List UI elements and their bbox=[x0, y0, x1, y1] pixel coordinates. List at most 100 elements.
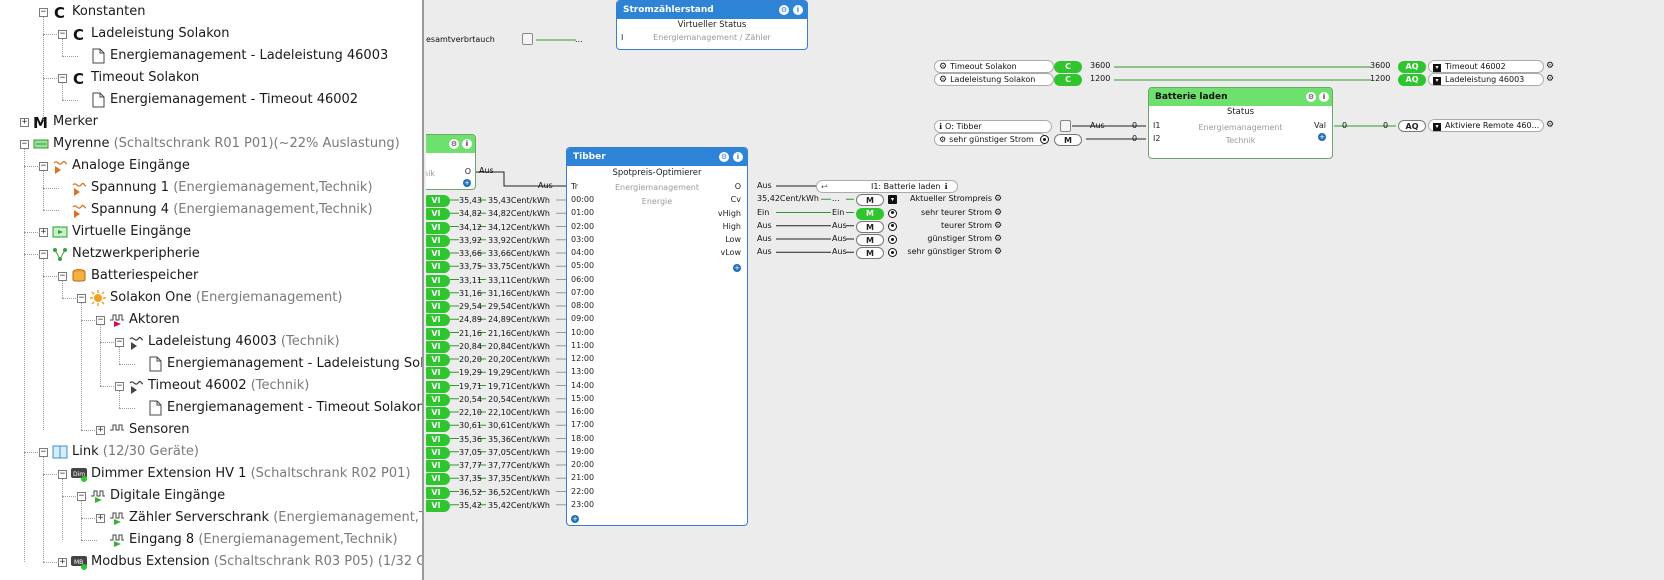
battery-link-target[interactable]: ⮠ I1: Batterie laden ℹ bbox=[816, 180, 958, 193]
add-output-icon[interactable]: + bbox=[733, 263, 741, 272]
collapse-toggle-icon[interactable]: − bbox=[20, 139, 29, 149]
collapse-toggle-icon[interactable]: − bbox=[115, 337, 124, 347]
expand-toggle-icon[interactable]: + bbox=[20, 117, 29, 127]
battery-aq-target[interactable]: ▾ Aktiviere Remote 460... bbox=[1428, 119, 1544, 132]
tree-row[interactable]: + Sensoren bbox=[96, 419, 190, 441]
tree-row[interactable]: Spannung 4 (Energiemanagement,Technik) bbox=[58, 199, 373, 221]
battery-charge-block[interactable]: Batterie laden ⚙ i Status I1 I2 Val Energiemana… bbox=[1148, 87, 1333, 159]
tibber-hour-input: 23:00 bbox=[571, 499, 595, 509]
add-output-icon[interactable]: + bbox=[1318, 133, 1326, 141]
tibber-hour-input: 01:00 bbox=[571, 208, 595, 218]
tibber-status-input[interactable]: ℹ O: Tibber bbox=[934, 120, 1052, 133]
tree-row[interactable]: − Timeout 46002 (Technik) bbox=[115, 375, 309, 397]
gear-icon[interactable]: ⚙ bbox=[779, 5, 789, 15]
link-icon[interactable] bbox=[522, 33, 533, 45]
add-output-icon[interactable]: + bbox=[463, 179, 471, 187]
collapse-toggle-icon[interactable]: − bbox=[58, 29, 67, 39]
tibber-output-left: Aus bbox=[757, 234, 772, 243]
tree-guide-line bbox=[62, 298, 78, 299]
tree-row[interactable]: Energiemanagement - Timeout Solakon bbox=[134, 397, 422, 419]
collapse-toggle-icon[interactable]: − bbox=[39, 7, 48, 17]
tree-row[interactable]: − Link (12/30 Geräte) bbox=[39, 441, 199, 463]
aq-output-target[interactable]: ▾ Ladeleistung 46003 bbox=[1428, 73, 1544, 86]
tree-item-label: Spannung 1 bbox=[91, 180, 170, 195]
collapse-toggle-icon[interactable]: − bbox=[39, 161, 48, 171]
collapse-toggle-icon[interactable]: − bbox=[77, 491, 86, 501]
collapse-toggle-icon[interactable]: − bbox=[58, 469, 67, 479]
link-icon[interactable] bbox=[1060, 120, 1071, 132]
constant-input[interactable]: ⚙ Timeout Solakon bbox=[934, 60, 1054, 73]
tree-row[interactable]: − C Konstanten bbox=[39, 1, 145, 23]
logic-canvas[interactable]: esamtverbrtauch... Stromzählerstand ⚙ i Virt… bbox=[426, 0, 1664, 580]
tree-row[interactable]: − Digitale Eingänge bbox=[77, 485, 225, 507]
meter-block[interactable]: Stromzählerstand ⚙ i Virtueller Status I Ener… bbox=[616, 0, 808, 50]
tree-row[interactable]: + M Merker bbox=[20, 111, 98, 133]
collapse-toggle-icon[interactable]: − bbox=[96, 315, 105, 325]
tree-row[interactable]: − Solakon One (Energiemanagement) bbox=[77, 287, 342, 309]
price-value: 19,71Cent/kWh bbox=[488, 381, 550, 391]
database-icon bbox=[71, 268, 87, 284]
gear-icon[interactable]: ⚙ bbox=[994, 195, 1002, 204]
info-icon[interactable]: i bbox=[733, 152, 743, 162]
tree-row[interactable]: − Netzwerkperipherie bbox=[39, 243, 200, 265]
collapse-toggle-icon[interactable]: − bbox=[115, 381, 124, 391]
tree-row[interactable]: Energiemanagement - Timeout 46002 bbox=[77, 89, 358, 111]
aq-output-target[interactable]: ▾ Timeout 46002 bbox=[1428, 60, 1544, 73]
tree-row[interactable]: Spannung 1 (Energiemanagement,Technik) bbox=[58, 177, 373, 199]
expand-toggle-icon[interactable]: + bbox=[96, 513, 105, 523]
collapse-toggle-icon[interactable]: − bbox=[39, 447, 48, 457]
add-input-icon[interactable]: + bbox=[571, 515, 579, 523]
collapse-toggle-icon[interactable]: − bbox=[39, 249, 48, 259]
tree-row[interactable]: Energiemanagement - Ladeleistung 46003 bbox=[77, 45, 388, 67]
tree-row[interactable]: Energiemanagement - Ladeleistung Sola bbox=[134, 353, 424, 375]
gear-icon[interactable]: ⚙ bbox=[1306, 92, 1316, 102]
partial-logic-block[interactable]: ⚙i nik O + bbox=[426, 134, 476, 190]
tree-row[interactable]: − Myrenne (Schaltschrank R01 P01)(~22% Au… bbox=[20, 133, 400, 155]
collapse-toggle-icon[interactable]: − bbox=[58, 73, 67, 83]
analog-input-icon bbox=[71, 202, 87, 218]
constant-input[interactable]: ⚙ Ladeleistung Solakon bbox=[934, 73, 1054, 86]
vi-badge: VI bbox=[426, 446, 450, 459]
expand-toggle-icon[interactable]: + bbox=[58, 557, 67, 567]
tibber-block[interactable]: Tibber ⚙ i Spotpreis-Optimierer Energiemanag… bbox=[566, 147, 748, 526]
virtual-input-icon bbox=[52, 224, 68, 240]
expand-toggle-icon[interactable]: + bbox=[96, 425, 105, 435]
battery-block-status: Status bbox=[1226, 107, 1255, 117]
vi-badge: VI bbox=[426, 460, 450, 472]
gear-icon[interactable]: ⚙ bbox=[994, 235, 1002, 244]
tree-row[interactable]: + Virtuelle Eingänge bbox=[39, 221, 191, 243]
info-icon[interactable]: i bbox=[1319, 92, 1329, 102]
aq-badge: AQ bbox=[1398, 61, 1426, 73]
price-value: 20,54Cent/kWh bbox=[488, 394, 550, 404]
tree-row[interactable]: + Zähler Serverschrank (Energiemanagement… bbox=[96, 507, 422, 529]
gear-icon[interactable]: ⚙ bbox=[994, 208, 1002, 218]
gear-icon[interactable]: ⚙ bbox=[994, 248, 1002, 257]
tree-row[interactable]: Eingang 8 (Energiemanagement,Technik) bbox=[96, 529, 398, 551]
meter-block-input-label: I bbox=[621, 33, 624, 42]
collapse-toggle-icon[interactable]: − bbox=[77, 293, 86, 303]
gear-icon[interactable]: ⚙ bbox=[719, 152, 729, 162]
gear-icon[interactable]: ⚙ bbox=[994, 221, 1002, 231]
tree-row[interactable]: − Analoge Eingänge bbox=[39, 155, 190, 177]
info-icon[interactable]: i bbox=[462, 139, 472, 149]
tree-row[interactable]: + MB Modbus Extension (Schaltschrank R03 P… bbox=[58, 551, 422, 573]
digital-input-icon bbox=[109, 510, 125, 526]
gear-icon[interactable]: ⚙ bbox=[449, 139, 459, 149]
tree-row[interactable]: − Ladeleistung 46003 (Technik) bbox=[115, 331, 340, 353]
tree-row[interactable]: − C Ladeleistung Solakon bbox=[58, 23, 229, 45]
tree-guide-line bbox=[43, 259, 44, 430]
tree-row[interactable]: − Dim Dimmer Extension HV 1 (Schaltschrank… bbox=[58, 463, 411, 485]
tree-row[interactable]: − Aktoren bbox=[96, 309, 180, 331]
tibber-tr-value: Aus bbox=[538, 181, 553, 190]
tree-row[interactable]: − Batteriespeicher bbox=[58, 265, 198, 287]
info-icon[interactable]: i bbox=[793, 5, 803, 15]
memory-badge: M bbox=[856, 247, 884, 260]
tree-row[interactable]: − C Timeout Solakon bbox=[58, 67, 199, 89]
collapse-toggle-icon[interactable]: − bbox=[58, 271, 67, 281]
tree-item-label: Energiemanagement - Ladeleistung Sola bbox=[167, 356, 424, 371]
expand-toggle-icon[interactable]: + bbox=[39, 227, 48, 237]
device-tree-panel[interactable]: − C Konstanten − C Ladeleistung Solakon Ener… bbox=[0, 0, 424, 580]
cheap-power-input[interactable]: ⚙ sehr günstiger Strom bbox=[934, 133, 1046, 146]
battery-aq-badge: AQ bbox=[1398, 120, 1426, 132]
tree-item-label: Virtuelle Eingänge bbox=[72, 224, 192, 239]
